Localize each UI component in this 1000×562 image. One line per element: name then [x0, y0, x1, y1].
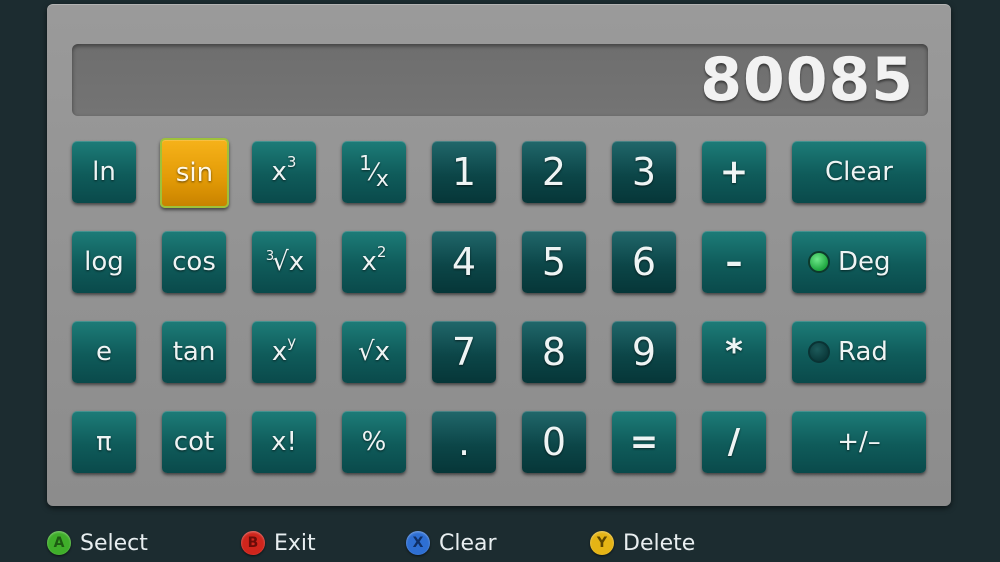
- square-base: x: [361, 247, 377, 277]
- footer-exit-hint: B Exit: [241, 528, 316, 558]
- square-key-label: x2: [361, 243, 387, 277]
- pi-key[interactable]: π: [72, 411, 136, 473]
- footer-clear-hint: X Clear: [406, 528, 497, 558]
- b-button-icon: B: [241, 531, 265, 555]
- power-base: x: [271, 337, 288, 367]
- digit-4-key[interactable]: 4: [432, 231, 496, 293]
- cube-root-key-label: 3√x: [264, 247, 304, 277]
- delete-hint-label: Delete: [623, 530, 696, 556]
- cube-key[interactable]: x3: [252, 141, 316, 203]
- factorial-key[interactable]: x!: [252, 411, 316, 473]
- digit-7-label: 7: [451, 330, 477, 374]
- reciprocal-denominator: x: [375, 167, 389, 192]
- power-key[interactable]: xy: [252, 321, 316, 383]
- sin-key-label: sin: [175, 158, 214, 188]
- digit-8-key[interactable]: 8: [522, 321, 586, 383]
- multiply-key[interactable]: *: [702, 321, 766, 383]
- ln-key[interactable]: ln: [72, 141, 136, 203]
- equals-key-label: =: [629, 422, 659, 462]
- digit-2-key[interactable]: 2: [522, 141, 586, 203]
- calculator-display: 80085: [72, 44, 928, 116]
- multiply-key-label: *: [725, 332, 743, 372]
- cos-key-label: cos: [172, 247, 216, 277]
- negate-key-label: +/–: [837, 427, 881, 457]
- reciprocal-key[interactable]: 1⁄x: [342, 141, 406, 203]
- divide-key-label: /: [727, 422, 741, 462]
- divide-key[interactable]: /: [702, 411, 766, 473]
- cube-key-label: x3: [271, 153, 297, 187]
- digit-8-label: 8: [541, 330, 567, 374]
- sin-key[interactable]: sin: [160, 138, 229, 208]
- e-key-label: e: [96, 337, 112, 367]
- percent-key[interactable]: %: [342, 411, 406, 473]
- deg-radio-button[interactable]: Deg: [792, 231, 926, 293]
- ln-key-label: ln: [92, 157, 116, 187]
- x-button-icon: X: [406, 531, 430, 555]
- plus-key[interactable]: +: [702, 141, 766, 203]
- footer-delete-hint: Y Delete: [590, 528, 695, 558]
- pi-key-label: π: [96, 427, 112, 457]
- decimal-point-key[interactable]: .: [432, 411, 496, 473]
- factorial-key-label: x!: [271, 427, 297, 457]
- square-root-key[interactable]: √x: [342, 321, 406, 383]
- reciprocal-numerator: 1: [359, 151, 372, 175]
- digit-6-label: 6: [631, 240, 657, 284]
- cube-root-index: 3: [265, 249, 275, 264]
- percent-key-label: %: [361, 427, 387, 457]
- power-exponent: y: [287, 333, 297, 351]
- log-key[interactable]: log: [72, 231, 136, 293]
- clear-key-label: Clear: [825, 157, 893, 187]
- digit-9-label: 9: [631, 330, 657, 374]
- cot-key-label: cot: [173, 427, 215, 457]
- cube-root-symbol: √x: [272, 247, 305, 277]
- digit-5-label: 5: [541, 240, 567, 284]
- rad-radio-indicator: [808, 341, 830, 363]
- cube-exponent: 3: [286, 153, 297, 171]
- digit-5-key[interactable]: 5: [522, 231, 586, 293]
- equals-key[interactable]: =: [612, 411, 676, 473]
- select-hint-label: Select: [80, 530, 148, 556]
- cot-key[interactable]: cot: [162, 411, 226, 473]
- digit-0-key[interactable]: 0: [522, 411, 586, 473]
- decimal-point-label: .: [457, 420, 471, 464]
- digit-1-key[interactable]: 1: [432, 141, 496, 203]
- exit-hint-label: Exit: [274, 530, 316, 556]
- digit-3-key[interactable]: 3: [612, 141, 676, 203]
- digit-2-label: 2: [541, 150, 567, 194]
- digit-1-label: 1: [451, 150, 477, 194]
- cube-root-key[interactable]: 3√x: [252, 231, 316, 293]
- deg-radio-indicator: [808, 251, 830, 273]
- digit-3-label: 3: [631, 150, 657, 194]
- digit-7-key[interactable]: 7: [432, 321, 496, 383]
- power-key-label: xy: [271, 333, 296, 367]
- e-key[interactable]: e: [72, 321, 136, 383]
- plus-key-label: +: [719, 152, 749, 192]
- y-button-icon: Y: [590, 531, 614, 555]
- clear-hint-label: Clear: [439, 530, 497, 556]
- cube-base: x: [271, 157, 287, 187]
- footer-select-hint: A Select: [47, 528, 148, 558]
- minus-key[interactable]: –: [702, 231, 766, 293]
- square-exponent: 2: [376, 243, 387, 261]
- square-root-key-label: √x: [358, 337, 390, 367]
- reciprocal-key-label: 1⁄x: [359, 151, 389, 192]
- rad-radio-label: Rad: [838, 337, 888, 367]
- a-button-icon: A: [47, 531, 71, 555]
- negate-key[interactable]: +/–: [792, 411, 926, 473]
- rad-radio-button[interactable]: Rad: [792, 321, 926, 383]
- minus-key-label: –: [725, 242, 743, 282]
- log-key-label: log: [84, 247, 124, 277]
- clear-key[interactable]: Clear: [792, 141, 926, 203]
- digit-9-key[interactable]: 9: [612, 321, 676, 383]
- tan-key-label: tan: [172, 337, 216, 367]
- digit-6-key[interactable]: 6: [612, 231, 676, 293]
- digit-4-label: 4: [451, 240, 477, 284]
- deg-radio-label: Deg: [838, 247, 891, 277]
- cos-key[interactable]: cos: [162, 231, 226, 293]
- square-key[interactable]: x2: [342, 231, 406, 293]
- tan-key[interactable]: tan: [162, 321, 226, 383]
- digit-0-label: 0: [541, 420, 567, 464]
